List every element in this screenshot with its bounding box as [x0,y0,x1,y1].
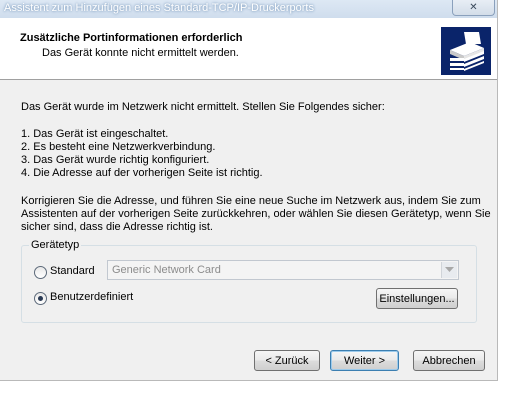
page-subtitle: Das Gerät konnte nicht ermittelt werden. [42,47,239,59]
standard-radio-label[interactable]: Standard [50,265,95,277]
next-button[interactable]: Weiter > [330,350,399,371]
checklist-item: 4. Die Adresse auf der vorherigen Seite … [21,167,263,179]
device-type-legend: Gerätetyp [29,239,82,251]
standard-device-select[interactable]: Generic Network Card [107,260,459,280]
chevron-down-icon[interactable] [441,262,457,278]
cancel-button[interactable]: Abbrechen [413,350,485,371]
close-button[interactable]: ✕ [452,0,495,16]
back-button[interactable]: < Zurück [254,350,320,371]
checklist-item: 2. Es besteht eine Netzwerkverbindung. [21,141,216,153]
standard-radio[interactable] [34,266,47,279]
intro-text: Das Gerät wurde im Netzwerk nicht ermitt… [21,101,385,113]
checklist: 1. Das Gerät ist eingeschaltet. 2. Es be… [21,128,263,180]
custom-radio[interactable] [34,292,47,305]
printer-icon [441,27,491,75]
instructions-line: sicher sind, dass die Adresse richtig is… [21,221,213,233]
wizard-window: Assistent zum Hinzufügen eines Standard-… [0,0,498,381]
instructions-line: Assistenten auf der vorherigen Seite zur… [21,208,491,220]
title-bar[interactable]: Assistent zum Hinzufügen eines Standard-… [0,0,497,18]
checklist-item: 3. Das Gerät wurde richtig konfiguriert. [21,154,210,166]
page-title: Zusätzliche Portinformationen erforderli… [20,32,243,44]
checklist-item: 1. Das Gerät ist eingeschaltet. [21,128,169,140]
window-title: Assistent zum Hinzufügen eines Standard-… [4,2,314,14]
instructions-text: Korrigieren Sie die Adresse, und führen … [21,195,491,234]
settings-button[interactable]: Einstellungen... [376,288,458,309]
close-icon: ✕ [469,1,478,13]
instructions-line: Korrigieren Sie die Adresse, und führen … [21,195,481,207]
device-type-group: Gerätetyp Standard Generic Network Card … [21,239,477,323]
custom-radio-label[interactable]: Benutzerdefiniert [50,291,133,303]
wizard-header: Zusätzliche Portinformationen erforderli… [0,18,497,80]
radio-selected-dot [38,296,43,301]
standard-device-value: Generic Network Card [112,264,221,276]
